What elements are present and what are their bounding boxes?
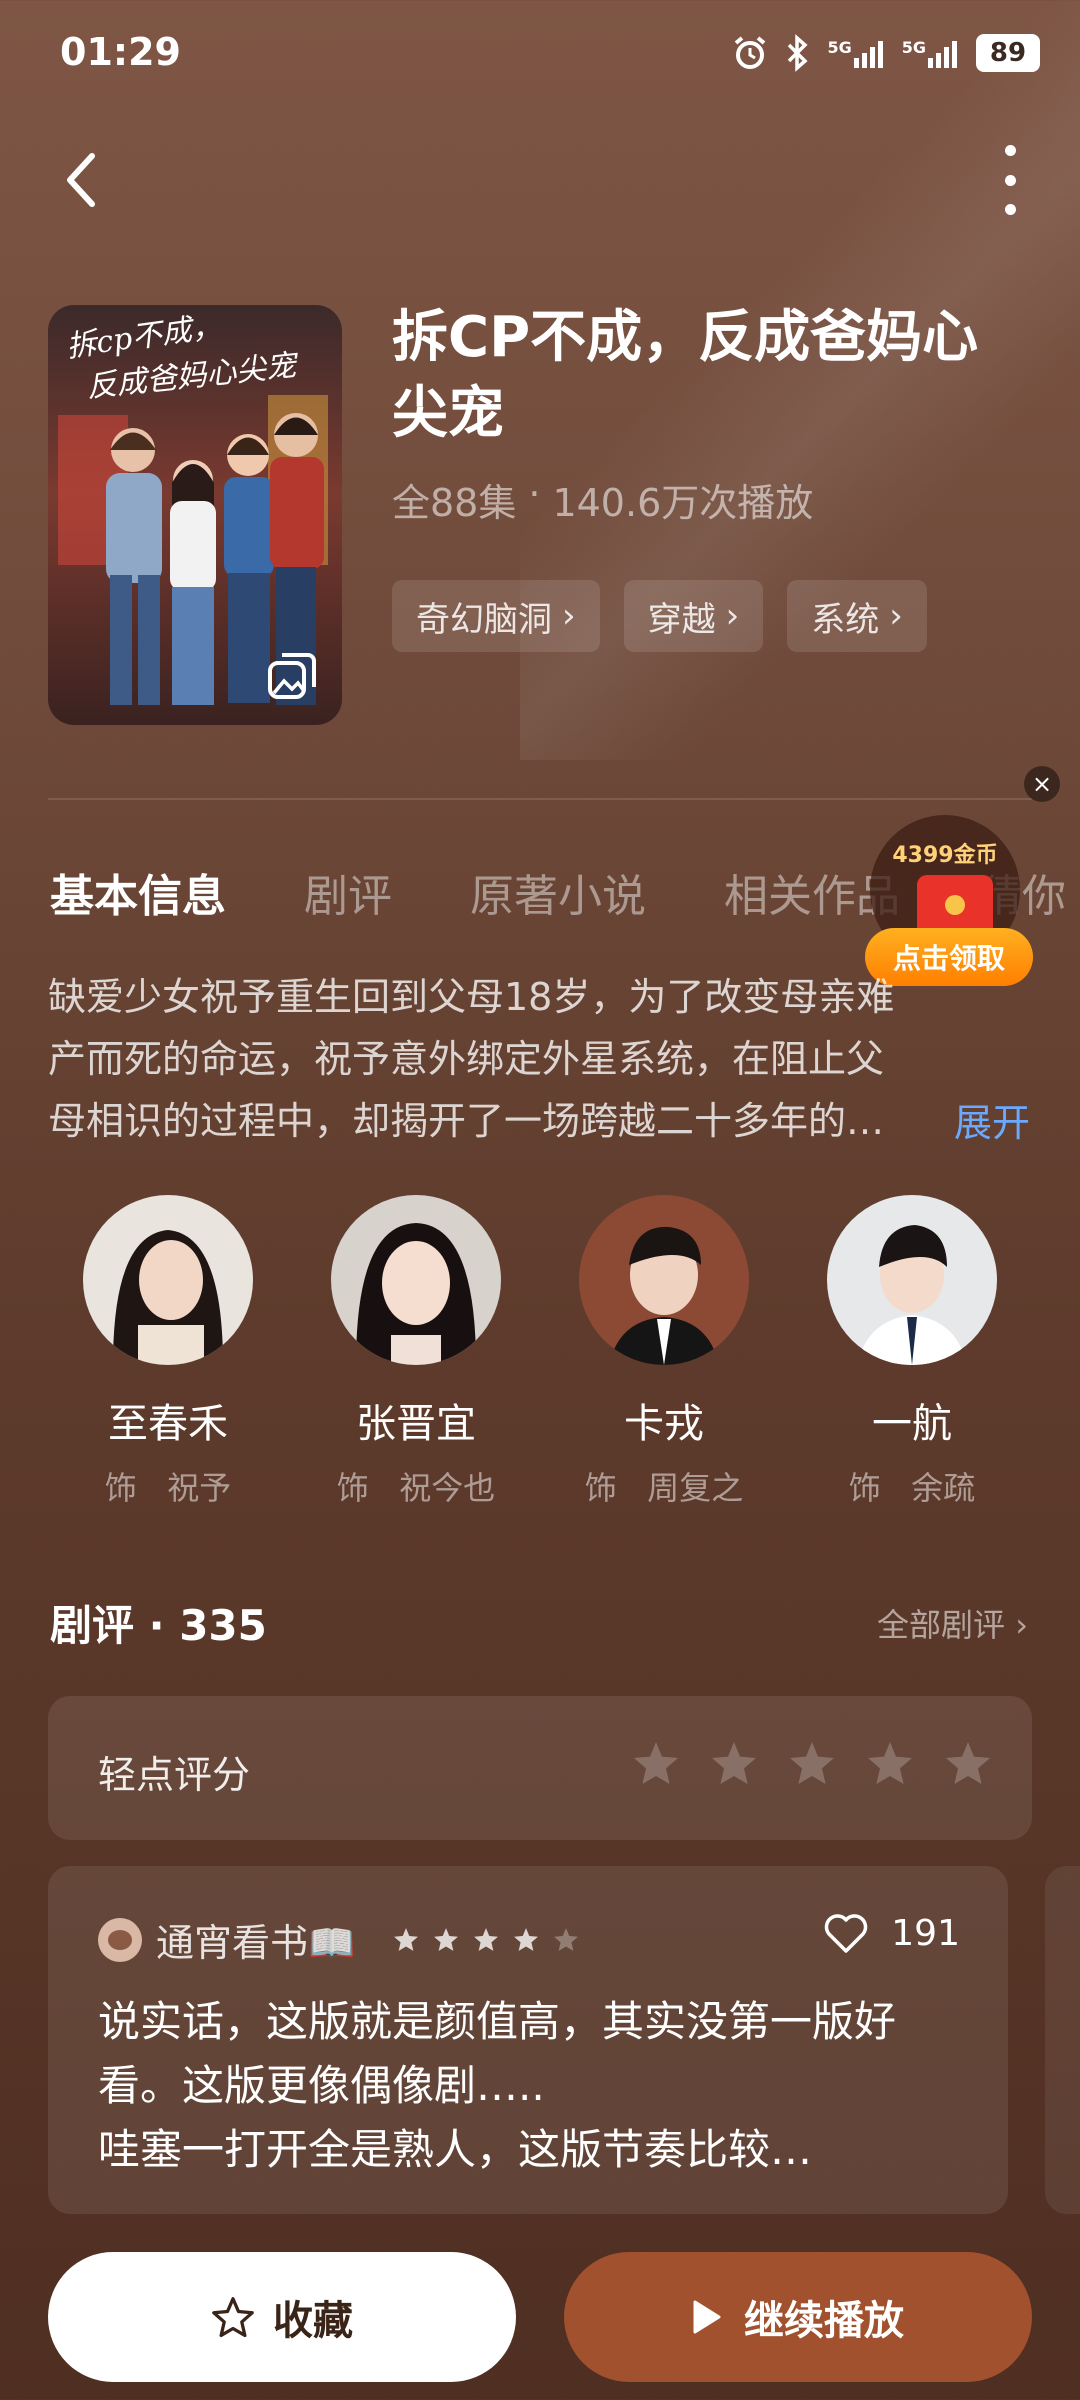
battery-indicator: 89 (976, 34, 1040, 72)
tab-basic-info[interactable]: 基本信息 (50, 860, 226, 924)
avatar (331, 1195, 501, 1365)
signal-2: 5G (902, 38, 962, 68)
like-count: 191 (891, 1912, 960, 1954)
review-card[interactable]: 通宵看书📖 191 说实话，这版就是颜值高，其实没第一版好看。这版更像偶像剧….… (48, 1866, 1008, 2214)
reviews-title: 剧评 · 335 (50, 1601, 267, 1650)
tag-fantasy[interactable]: 奇幻脑洞 › (392, 580, 600, 652)
review-stars (393, 1927, 579, 1952)
rate-label: 轻点评分 (98, 1753, 251, 1797)
bluetooth-icon (788, 34, 809, 72)
tag-time-travel[interactable]: 穿越 › (623, 580, 764, 652)
back-button[interactable] (60, 140, 130, 220)
cast-name: 张晋宜 (356, 1401, 476, 1447)
synopsis-text: 缺爱少女祝予重生回到父母18岁，为了改变母亲难产而死的命运，祝予意外绑定外星系统… (48, 975, 895, 1143)
reviewer: 通宵看书📖 (98, 1912, 579, 1967)
signal-bars-icon (853, 41, 883, 68)
drama-meta: 全88集 · 140.6万次播放 (392, 472, 813, 527)
cast-name: 至春禾 (108, 1401, 228, 1447)
play-icon (693, 2300, 721, 2334)
star-icon[interactable] (944, 1740, 992, 1786)
status-bar: 01:29 5G 5G 89 (0, 0, 1080, 110)
gallery-icon[interactable] (266, 649, 320, 703)
coin-promo-widget[interactable]: × 4399金币 点击领取 (860, 760, 1080, 1000)
star-icon[interactable] (632, 1740, 680, 1786)
tab-original-novel[interactable]: 原著小说 (470, 860, 646, 924)
chevron-left-icon (67, 153, 95, 207)
star-filled-icon (514, 1928, 539, 1951)
reviewer-name: 通宵看书📖 (156, 1921, 356, 1965)
cast-name: 一航 (872, 1401, 952, 1447)
cast-role: 饰 周复之 (584, 1469, 744, 1507)
promo-coins: 4399金币 (892, 843, 998, 868)
alarm-icon (735, 36, 766, 69)
close-icon[interactable]: × (1024, 766, 1060, 802)
drama-title: 拆CP不成，反成爸妈心尖宠 (392, 305, 979, 446)
cast-member[interactable]: 卡戎 饰 周复之 (544, 1195, 784, 1509)
episode-count: 全88集 (392, 481, 517, 525)
status-time: 01:29 (60, 30, 181, 74)
chevron-right-icon: › (725, 596, 740, 636)
chevron-right-icon: › (889, 596, 903, 636)
chevron-right-icon: › (562, 596, 576, 636)
avatar (579, 1195, 749, 1365)
status-icons: 5G 5G 89 (731, 34, 1040, 72)
drama-poster[interactable]: 拆cp不成， 反成爸妈心尖宠 (48, 305, 342, 725)
cast-role: 饰 祝予 (104, 1469, 232, 1507)
tag-list: 奇幻脑洞 › 穿越 › 系统 › (392, 580, 927, 652)
cast-name: 卡戎 (624, 1401, 704, 1447)
play-label: 继续播放 (744, 2298, 904, 2344)
review-text: 说实话，这版就是颜值高，其实没第一版好看。这版更像偶像剧….. 哇塞一打开全是熟… (98, 1997, 897, 2174)
cast-member[interactable]: 一航 饰 余疏 (792, 1195, 1032, 1509)
all-reviews-link[interactable]: 全部剧评 › (877, 1600, 1028, 1646)
star-icon[interactable] (788, 1740, 836, 1786)
next-review-card[interactable] (1045, 1866, 1080, 2214)
rating-card: 轻点评分 (48, 1696, 1032, 1840)
star-empty-icon (554, 1928, 579, 1951)
star-icon[interactable] (866, 1740, 914, 1786)
tab-reviews[interactable]: 剧评 (304, 860, 392, 924)
like-button[interactable]: 191 (823, 1912, 960, 1954)
more-dot (1004, 204, 1016, 215)
star-outline-icon (212, 2297, 254, 2338)
avatar (827, 1195, 997, 1365)
rating-stars (632, 1740, 992, 1786)
cast-list: 至春禾 饰 祝予 张晋宜 饰 祝今也 卡戎 饰 周复之 一航 饰 余疏 (48, 1195, 1032, 1509)
more-dot (1004, 174, 1016, 186)
star-filled-icon (474, 1928, 499, 1951)
play-count: 140.6万次播放 (552, 481, 814, 525)
meta-separator: · (528, 472, 541, 516)
signal-1: 5G (827, 38, 887, 68)
star-icon[interactable] (710, 1740, 758, 1786)
tag-system[interactable]: 系统 › (787, 580, 927, 652)
heart-icon (825, 1914, 868, 1953)
continue-play-button[interactable]: 继续播放 (564, 2252, 1032, 2382)
signal-bars-icon (928, 41, 957, 68)
avatar (83, 1195, 253, 1365)
cast-member[interactable]: 张晋宜 饰 祝今也 (296, 1195, 536, 1509)
cast-member[interactable]: 至春禾 饰 祝予 (48, 1195, 288, 1509)
favorite-button[interactable]: 收藏 (48, 2252, 516, 2382)
more-options-button[interactable] (990, 145, 1030, 215)
star-filled-icon (394, 1928, 419, 1951)
expand-synopsis-link[interactable]: 展开 (954, 1092, 1030, 1147)
more-dot (1004, 145, 1016, 156)
reviewer-avatar (98, 1917, 142, 1962)
cast-role: 饰 余疏 (848, 1469, 976, 1507)
star-filled-icon (434, 1928, 459, 1951)
cast-role: 饰 祝今也 (336, 1469, 496, 1507)
favorite-label: 收藏 (273, 2298, 353, 2344)
